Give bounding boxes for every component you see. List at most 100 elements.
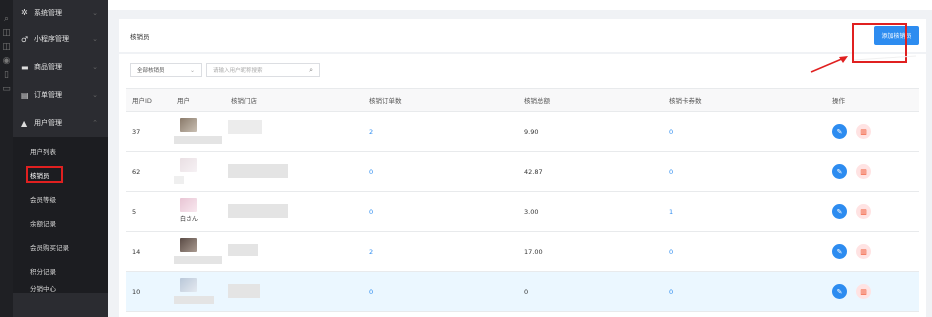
delete-icon[interactable]: ▥ (856, 244, 871, 259)
sidebar-item-users[interactable]: ▲ 用户管理 ⌃ (13, 109, 108, 137)
order-count-link[interactable]: 0 (363, 208, 521, 216)
user-id-cell: 5 (132, 207, 137, 216)
column-header: 用户 (177, 97, 190, 105)
total-amount-cell: 0 (524, 287, 529, 296)
sidebar-item-label: 商品管理 (34, 63, 62, 71)
card-count-link[interactable]: 0 (666, 168, 823, 176)
actions-cell: ✎ ▥ (823, 164, 919, 179)
chevron-down-icon: ⌄ (92, 8, 98, 17)
chevron-down-icon: ⌄ (92, 35, 98, 43)
order-count-link[interactable]: 0 (363, 288, 521, 296)
sidebar-subitem-user-list[interactable]: 用户列表 (13, 139, 108, 163)
sidebar-item-miniprogram[interactable]: ♂ 小程序管理 ⌄ (13, 25, 108, 53)
blurred-store (228, 204, 288, 218)
blurred-username (174, 296, 214, 304)
page-header: 核销员 添加核销员 (119, 19, 926, 52)
sidebar-subitem-label: 会员等级 (30, 196, 56, 204)
table-row: 5 白さん 0 3.00 1 ✎ ▥ (126, 192, 919, 232)
card-count-link[interactable]: 1 (666, 208, 823, 216)
delete-icon[interactable]: ▥ (856, 284, 871, 299)
column-header: 核销卡券数 (669, 97, 702, 105)
edit-icon[interactable]: ✎ (832, 164, 847, 179)
table-row: 10 0 0 0 ✎ ▥ (126, 272, 919, 312)
search-icon[interactable]: ⌕ (309, 66, 313, 75)
sidebar-item-orders[interactable]: ▤ 订单管理 ⌄ (13, 81, 108, 109)
blurred-username (174, 136, 222, 144)
edit-icon[interactable]: ✎ (832, 244, 847, 259)
blurred-username (174, 176, 184, 184)
total-amount-cell: 9.90 (524, 127, 539, 136)
sidebar-item-label: 订单管理 (34, 91, 62, 99)
order-count-link[interactable]: 2 (363, 128, 521, 136)
delete-icon[interactable]: ▥ (856, 164, 871, 179)
edge-icon: ▭ (2, 84, 11, 94)
store-cell (228, 272, 363, 311)
column-header: 核销订单数 (369, 97, 402, 105)
sidebar-subitem-label: 积分记录 (30, 268, 56, 276)
link-icon: ♂ (21, 34, 29, 44)
avatar (180, 158, 197, 172)
avatar (180, 238, 197, 252)
edge-icon: ▯ (4, 70, 9, 80)
sidebar-subitem-member-level[interactable]: 会员等级 (13, 187, 108, 211)
edge-icon: ◉ (2, 56, 11, 66)
edit-icon[interactable]: ✎ (832, 204, 847, 219)
edit-icon[interactable]: ✎ (832, 124, 847, 139)
blurred-store (228, 244, 258, 256)
avatar (180, 198, 197, 212)
column-header: 核销总额 (524, 97, 550, 105)
filter-bar: 全部核销员 ⌄ 请输入用户昵称搜索 ⌕ (130, 63, 320, 77)
content-card: 全部核销员 ⌄ 请输入用户昵称搜索 ⌕ 用户ID 用户 核销门店 核销订单数 核… (119, 54, 926, 317)
user-id-cell: 10 (132, 287, 141, 296)
actions-cell: ✎ ▥ (823, 284, 919, 299)
delete-icon[interactable]: ▥ (856, 124, 871, 139)
order-count-link[interactable]: 2 (363, 248, 521, 256)
total-amount-cell: 3.00 (524, 207, 539, 216)
sidebar-subitem-points-log[interactable]: 积分记录 (13, 259, 108, 283)
edit-icon[interactable]: ✎ (832, 284, 847, 299)
sidebar-subitem-label: 分销中心 (30, 285, 56, 293)
chevron-down-icon: ⌄ (92, 91, 98, 99)
order-count-link[interactable]: 0 (363, 168, 521, 176)
avatar (180, 278, 197, 292)
actions-cell: ✎ ▥ (823, 204, 919, 219)
blurred-store (228, 284, 260, 298)
sidebar: ✲ 系统管理 ⌄ ♂ 小程序管理 ⌄ ▬ 商品管理 ⌄ ▤ 订单管理 ⌄ ▲ 用… (13, 0, 108, 317)
sidebar-subitem-distribution[interactable]: 分销中心 (13, 283, 108, 293)
sidebar-item-system[interactable]: ✲ 系统管理 ⌄ (13, 0, 108, 25)
sidebar-subitem-member-purchase[interactable]: 会员购买记录 (13, 235, 108, 259)
card-count-link[interactable]: 0 (666, 288, 823, 296)
blurred-store (228, 120, 262, 134)
column-header: 用户ID (132, 97, 152, 105)
store-cell (228, 232, 363, 271)
search-input[interactable]: 请输入用户昵称搜索 ⌕ (206, 63, 320, 77)
actions-cell: ✎ ▥ (823, 244, 919, 259)
box-icon: ▬ (21, 62, 29, 72)
edge-icon: ◫ (2, 28, 11, 38)
sidebar-item-products[interactable]: ▬ 商品管理 ⌄ (13, 53, 108, 81)
store-cell (228, 192, 363, 231)
blurred-store (228, 164, 288, 178)
sidebar-subitem-label: 会员购买记录 (30, 244, 69, 252)
card-count-link[interactable]: 0 (666, 248, 823, 256)
edge-icon: ⌕ (3, 14, 10, 24)
sidebar-subitem-balance-log[interactable]: 余额记录 (13, 211, 108, 235)
chevron-down-icon: ⌄ (189, 66, 195, 74)
table-row: 14 2 17.00 0 ✎ ▥ (126, 232, 919, 272)
user-cell (174, 232, 228, 271)
verifier-table: 用户ID 用户 核销门店 核销订单数 核销总额 核销卡券数 操作 37 2 9.… (126, 88, 919, 312)
search-placeholder: 请输入用户昵称搜索 (213, 68, 263, 74)
avatar (180, 118, 197, 132)
column-header: 操作 (832, 97, 845, 105)
sidebar-subitem-label: 余额记录 (30, 220, 56, 228)
table-row: 37 2 9.90 0 ✎ ▥ (126, 112, 919, 152)
sidebar-subitem-verifier[interactable]: 核销员 (13, 163, 108, 187)
username: 白さん (180, 216, 199, 223)
annotation-arrow (810, 55, 917, 73)
delete-icon[interactable]: ▥ (856, 204, 871, 219)
main-area: 核销员 添加核销员 全部核销员 ⌄ 请输入用户昵称搜索 ⌕ 用户ID 用户 核销… (108, 0, 932, 317)
verifier-filter-select[interactable]: 全部核销员 ⌄ (130, 63, 202, 77)
top-bar (108, 0, 932, 10)
page-title: 核销员 (130, 33, 150, 41)
card-count-link[interactable]: 0 (666, 128, 823, 136)
